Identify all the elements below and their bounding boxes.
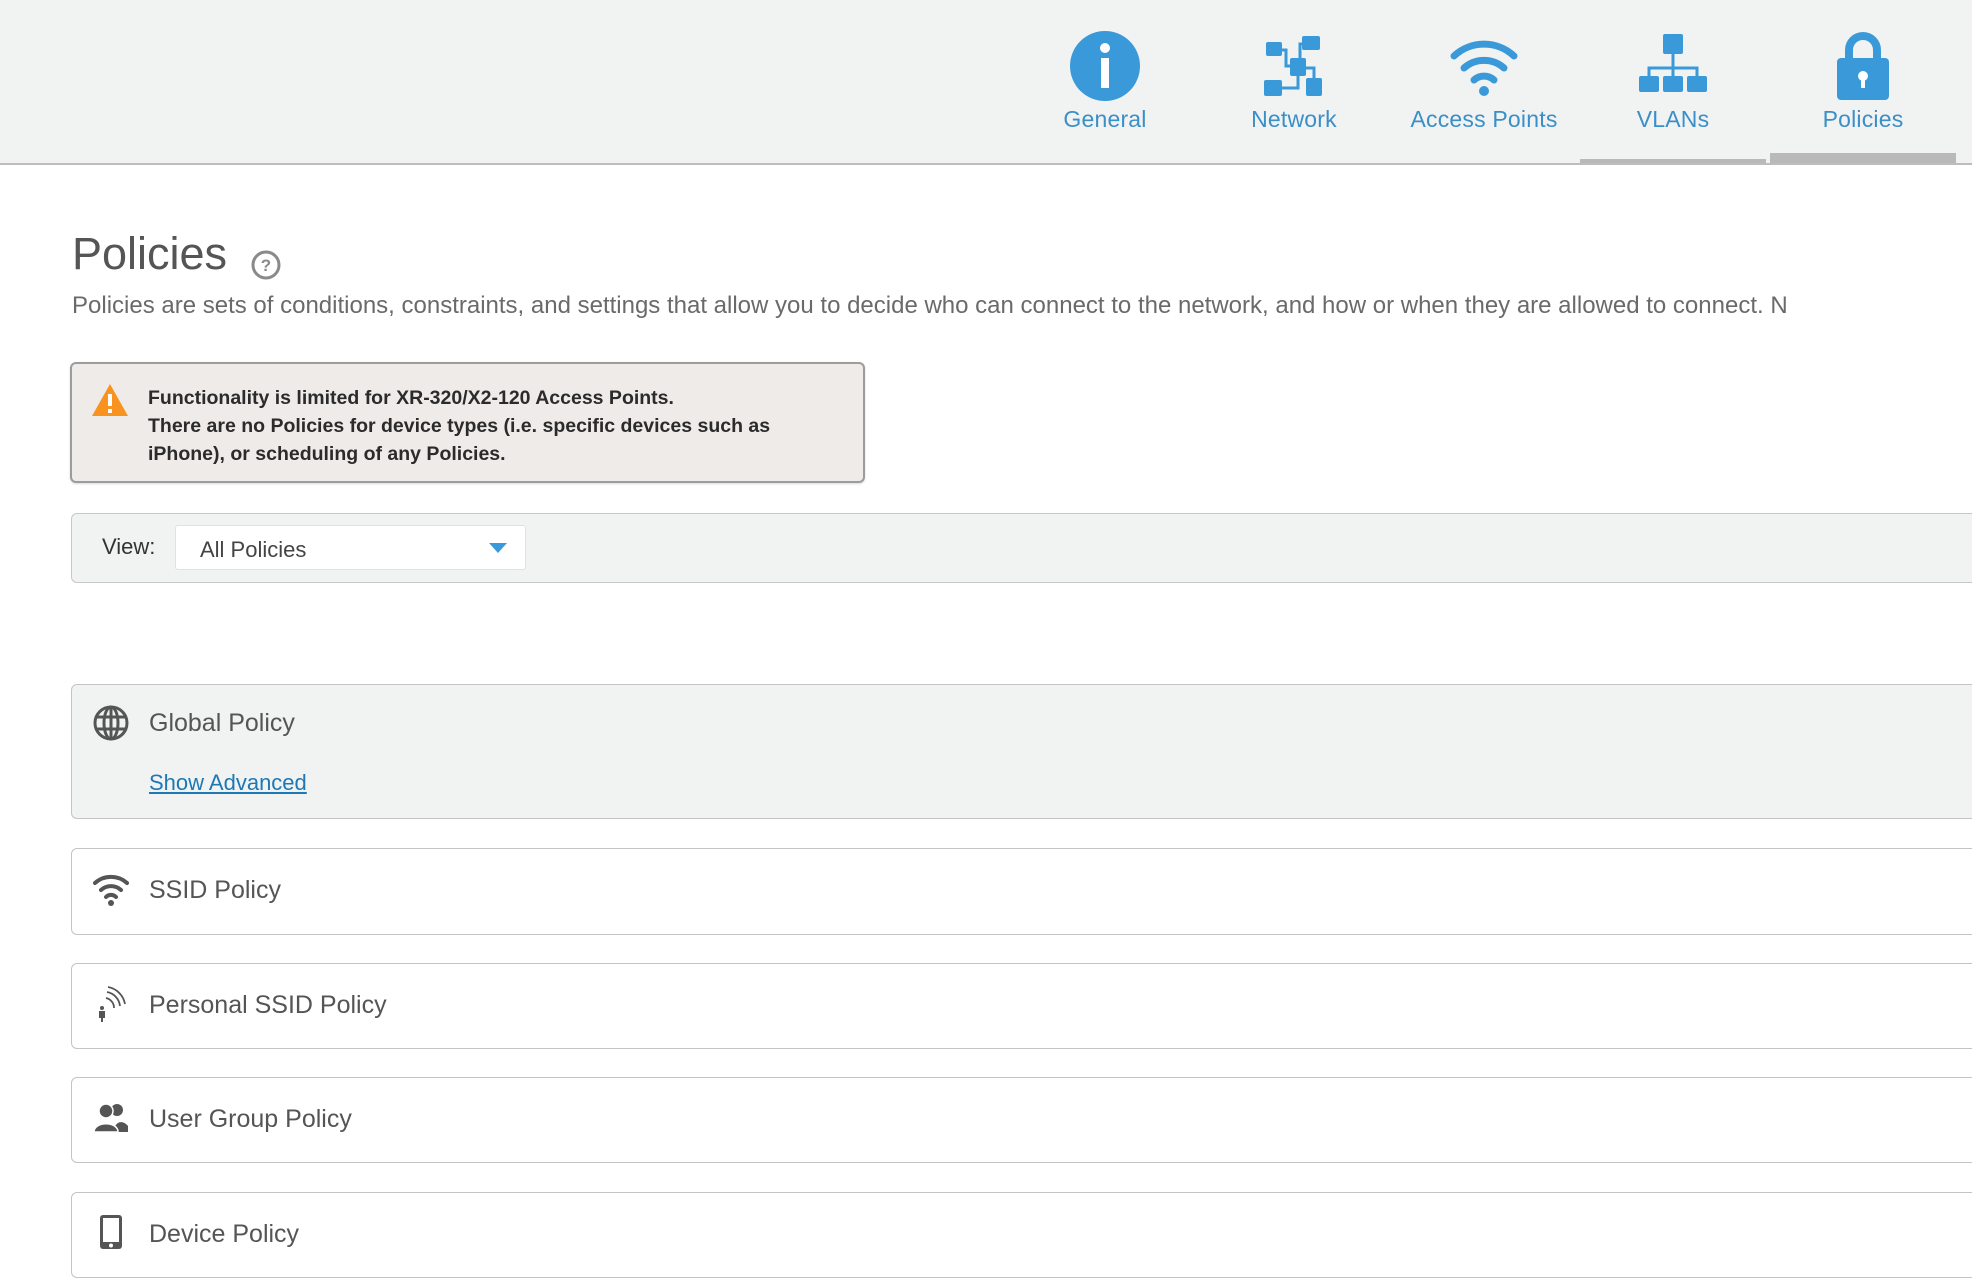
info-icon bbox=[1070, 31, 1140, 101]
alert-line: Functionality is limited for XR-320/X2-1… bbox=[148, 387, 674, 409]
wifi-icon bbox=[1450, 40, 1518, 96]
alert-line: iPhone), or scheduling of any Policies. bbox=[148, 443, 506, 465]
policy-label: User Group Policy bbox=[149, 1105, 352, 1133]
policy-panel-device[interactable]: Device Policy bbox=[71, 1192, 1972, 1278]
policy-panel-global[interactable]: Global Policy Show Advanced bbox=[71, 684, 1972, 819]
tab-network-label: Network bbox=[1251, 106, 1337, 132]
tab-network[interactable]: Network bbox=[1199, 0, 1389, 163]
tab-access-points[interactable]: Access Points bbox=[1389, 0, 1579, 163]
show-advanced-link[interactable]: Show Advanced bbox=[149, 770, 307, 796]
view-label: View: bbox=[102, 534, 156, 559]
lock-icon bbox=[1837, 32, 1889, 100]
policy-panel-user-group[interactable]: User Group Policy bbox=[71, 1077, 1972, 1163]
alert-text: Functionality is limited for XR-320/X2-1… bbox=[148, 384, 770, 468]
tab-policies[interactable]: Policies bbox=[1768, 0, 1958, 163]
view-filter-bar: View: All Policies bbox=[71, 513, 1972, 583]
chevron-down-icon bbox=[489, 543, 507, 553]
personal-ssid-icon bbox=[99, 986, 126, 1022]
globe-icon bbox=[93, 705, 129, 741]
vlan-hierarchy-icon bbox=[1639, 34, 1707, 92]
alert-line: There are no Policies for device types (… bbox=[148, 415, 771, 437]
tab-vlans[interactable]: VLANs bbox=[1578, 0, 1768, 163]
tab-hover-indicator bbox=[1580, 159, 1766, 163]
view-select[interactable]: All Policies bbox=[175, 525, 526, 570]
users-icon bbox=[93, 1103, 128, 1133]
warning-triangle-icon bbox=[92, 384, 128, 416]
page-description: Policies are sets of conditions, constra… bbox=[72, 292, 1788, 319]
mobile-device-icon bbox=[100, 1215, 122, 1249]
view-select-value: All Policies bbox=[200, 537, 307, 562]
policy-panel-ssid[interactable]: SSID Policy bbox=[71, 848, 1972, 935]
tab-general[interactable]: General bbox=[1010, 0, 1200, 163]
tab-policies-label: Policies bbox=[1822, 106, 1904, 132]
tab-vlans-label: VLANs bbox=[1636, 106, 1710, 132]
limitation-alert: Functionality is limited for XR-320/X2-1… bbox=[70, 362, 865, 483]
policy-panel-personal-ssid[interactable]: Personal SSID Policy bbox=[71, 963, 1972, 1049]
tab-general-label: General bbox=[1063, 106, 1147, 132]
top-nav-bar: General Network Access Points VLANs Poli… bbox=[0, 0, 1972, 165]
policy-label: SSID Policy bbox=[149, 876, 281, 904]
page-title: Policies bbox=[72, 228, 228, 279]
tab-active-indicator bbox=[1770, 153, 1956, 163]
question-circle-icon[interactable]: ? bbox=[250, 249, 282, 281]
wifi-icon bbox=[93, 874, 129, 906]
policy-label: Global Policy bbox=[149, 709, 295, 737]
policy-label: Personal SSID Policy bbox=[149, 991, 387, 1019]
policy-label: Device Policy bbox=[149, 1220, 300, 1248]
svg-text:?: ? bbox=[261, 256, 271, 275]
tab-access-points-label: Access Points bbox=[1410, 106, 1558, 132]
network-icon bbox=[1264, 36, 1322, 96]
